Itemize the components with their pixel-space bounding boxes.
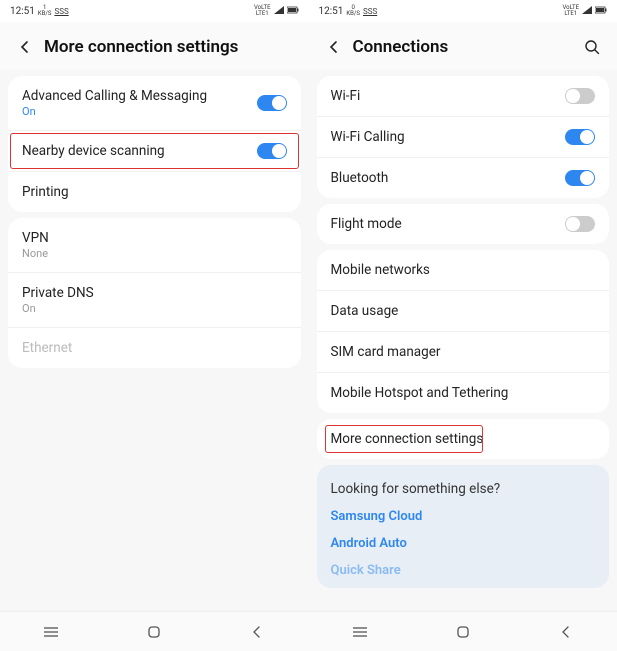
status-bar: 12:51 1 KB/S SSS VoLTE LTE1	[0, 0, 309, 22]
page-title: Connections	[353, 37, 582, 57]
card-connection-settings-2: VPN None Private DNS On Ethernet	[8, 218, 301, 368]
card-looking-for: Looking for something else? Samsung Clou…	[317, 465, 610, 588]
nav-back[interactable]	[554, 620, 578, 644]
row-title: Advanced Calling & Messaging	[22, 88, 257, 104]
status-volte: VoLTE LTE1	[562, 5, 579, 17]
row-title: Mobile networks	[331, 262, 596, 278]
card-connections-2: Flight mode	[317, 204, 610, 244]
row-vpn[interactable]: VPN None	[8, 218, 301, 272]
row-title: Wi-Fi Calling	[331, 129, 566, 145]
row-ethernet: Ethernet	[8, 327, 301, 368]
status-sss: SSS	[54, 7, 68, 16]
battery-icon	[595, 6, 607, 17]
row-sim-card-manager[interactable]: SIM card manager	[317, 331, 610, 372]
row-title: Wi-Fi	[331, 88, 566, 104]
link-samsung-cloud[interactable]: Samsung Cloud	[317, 503, 610, 530]
row-title: Private DNS	[22, 285, 287, 301]
toggle-wifi-calling[interactable]	[565, 129, 595, 145]
status-net-speed: 1 KB/S	[38, 5, 52, 17]
row-title: Nearby device scanning	[22, 143, 257, 159]
card-connections-3: Mobile networks Data usage SIM card mana…	[317, 250, 610, 413]
signal-icon	[274, 6, 284, 17]
search-button[interactable]	[581, 36, 603, 58]
row-data-usage[interactable]: Data usage	[317, 290, 610, 331]
toggle-flight-mode[interactable]	[565, 216, 595, 232]
status-time: 12:51	[10, 6, 35, 17]
phone-right: 12:51 0 KB/S SSS VoLTE LTE1 Connections	[309, 0, 617, 651]
row-mobile-networks[interactable]: Mobile networks	[317, 250, 610, 290]
toggle-nearby-device-scanning[interactable]	[257, 143, 287, 159]
card-connections-4: More connection settings	[317, 419, 610, 459]
phone-left: 12:51 1 KB/S SSS VoLTE LTE1 More connect…	[0, 0, 309, 651]
navbar	[309, 611, 617, 651]
row-title: Data usage	[331, 303, 596, 319]
row-title: VPN	[22, 230, 287, 246]
status-time: 12:51	[319, 6, 344, 17]
link-android-auto[interactable]: Android Auto	[317, 530, 610, 557]
row-wifi[interactable]: Wi-Fi	[317, 76, 610, 116]
back-button[interactable]	[14, 36, 36, 58]
status-volte: VoLTE LTE1	[254, 5, 271, 17]
row-sub: On	[22, 302, 287, 315]
row-title: Bluetooth	[331, 170, 566, 186]
row-title: Ethernet	[22, 340, 287, 356]
row-hotspot-tethering[interactable]: Mobile Hotspot and Tethering	[317, 372, 610, 413]
nav-home[interactable]	[142, 620, 166, 644]
row-bluetooth[interactable]: Bluetooth	[317, 157, 610, 198]
row-advanced-calling[interactable]: Advanced Calling & Messaging On	[8, 76, 301, 130]
row-sub: None	[22, 247, 287, 260]
toggle-bluetooth[interactable]	[565, 170, 595, 186]
nav-recent[interactable]	[39, 620, 63, 644]
toggle-advanced-calling[interactable]	[257, 95, 287, 111]
row-wifi-calling[interactable]: Wi-Fi Calling	[317, 116, 610, 157]
row-title: Flight mode	[331, 216, 566, 232]
status-bar: 12:51 0 KB/S SSS VoLTE LTE1	[309, 0, 617, 22]
row-nearby-device-scanning[interactable]: Nearby device scanning	[8, 130, 301, 171]
row-private-dns[interactable]: Private DNS On	[8, 272, 301, 327]
header: More connection settings	[0, 22, 309, 70]
row-title: Mobile Hotspot and Tethering	[331, 385, 596, 401]
row-flight-mode[interactable]: Flight mode	[317, 204, 610, 244]
back-button[interactable]	[323, 36, 345, 58]
status-net-speed: 0 KB/S	[346, 5, 360, 17]
navbar	[0, 611, 309, 651]
nav-home[interactable]	[451, 620, 475, 644]
looking-for-title: Looking for something else?	[317, 469, 610, 503]
battery-icon	[287, 6, 299, 17]
signal-icon	[582, 6, 592, 17]
nav-back[interactable]	[245, 620, 269, 644]
row-sub: On	[22, 105, 257, 118]
row-title: Printing	[22, 184, 287, 200]
row-more-connection-settings[interactable]: More connection settings	[317, 419, 610, 459]
card-connection-settings-1: Advanced Calling & Messaging On Nearby d…	[8, 76, 301, 212]
status-sss: SSS	[363, 7, 377, 16]
row-printing[interactable]: Printing	[8, 171, 301, 212]
card-connections-1: Wi-Fi Wi-Fi Calling Bluetooth	[317, 76, 610, 198]
row-title: More connection settings	[331, 431, 596, 447]
row-title: SIM card manager	[331, 344, 596, 360]
toggle-wifi[interactable]	[565, 88, 595, 104]
nav-recent[interactable]	[348, 620, 372, 644]
header: Connections	[309, 22, 617, 70]
page-title: More connection settings	[44, 37, 295, 57]
link-quick-share[interactable]: Quick Share	[317, 557, 610, 584]
